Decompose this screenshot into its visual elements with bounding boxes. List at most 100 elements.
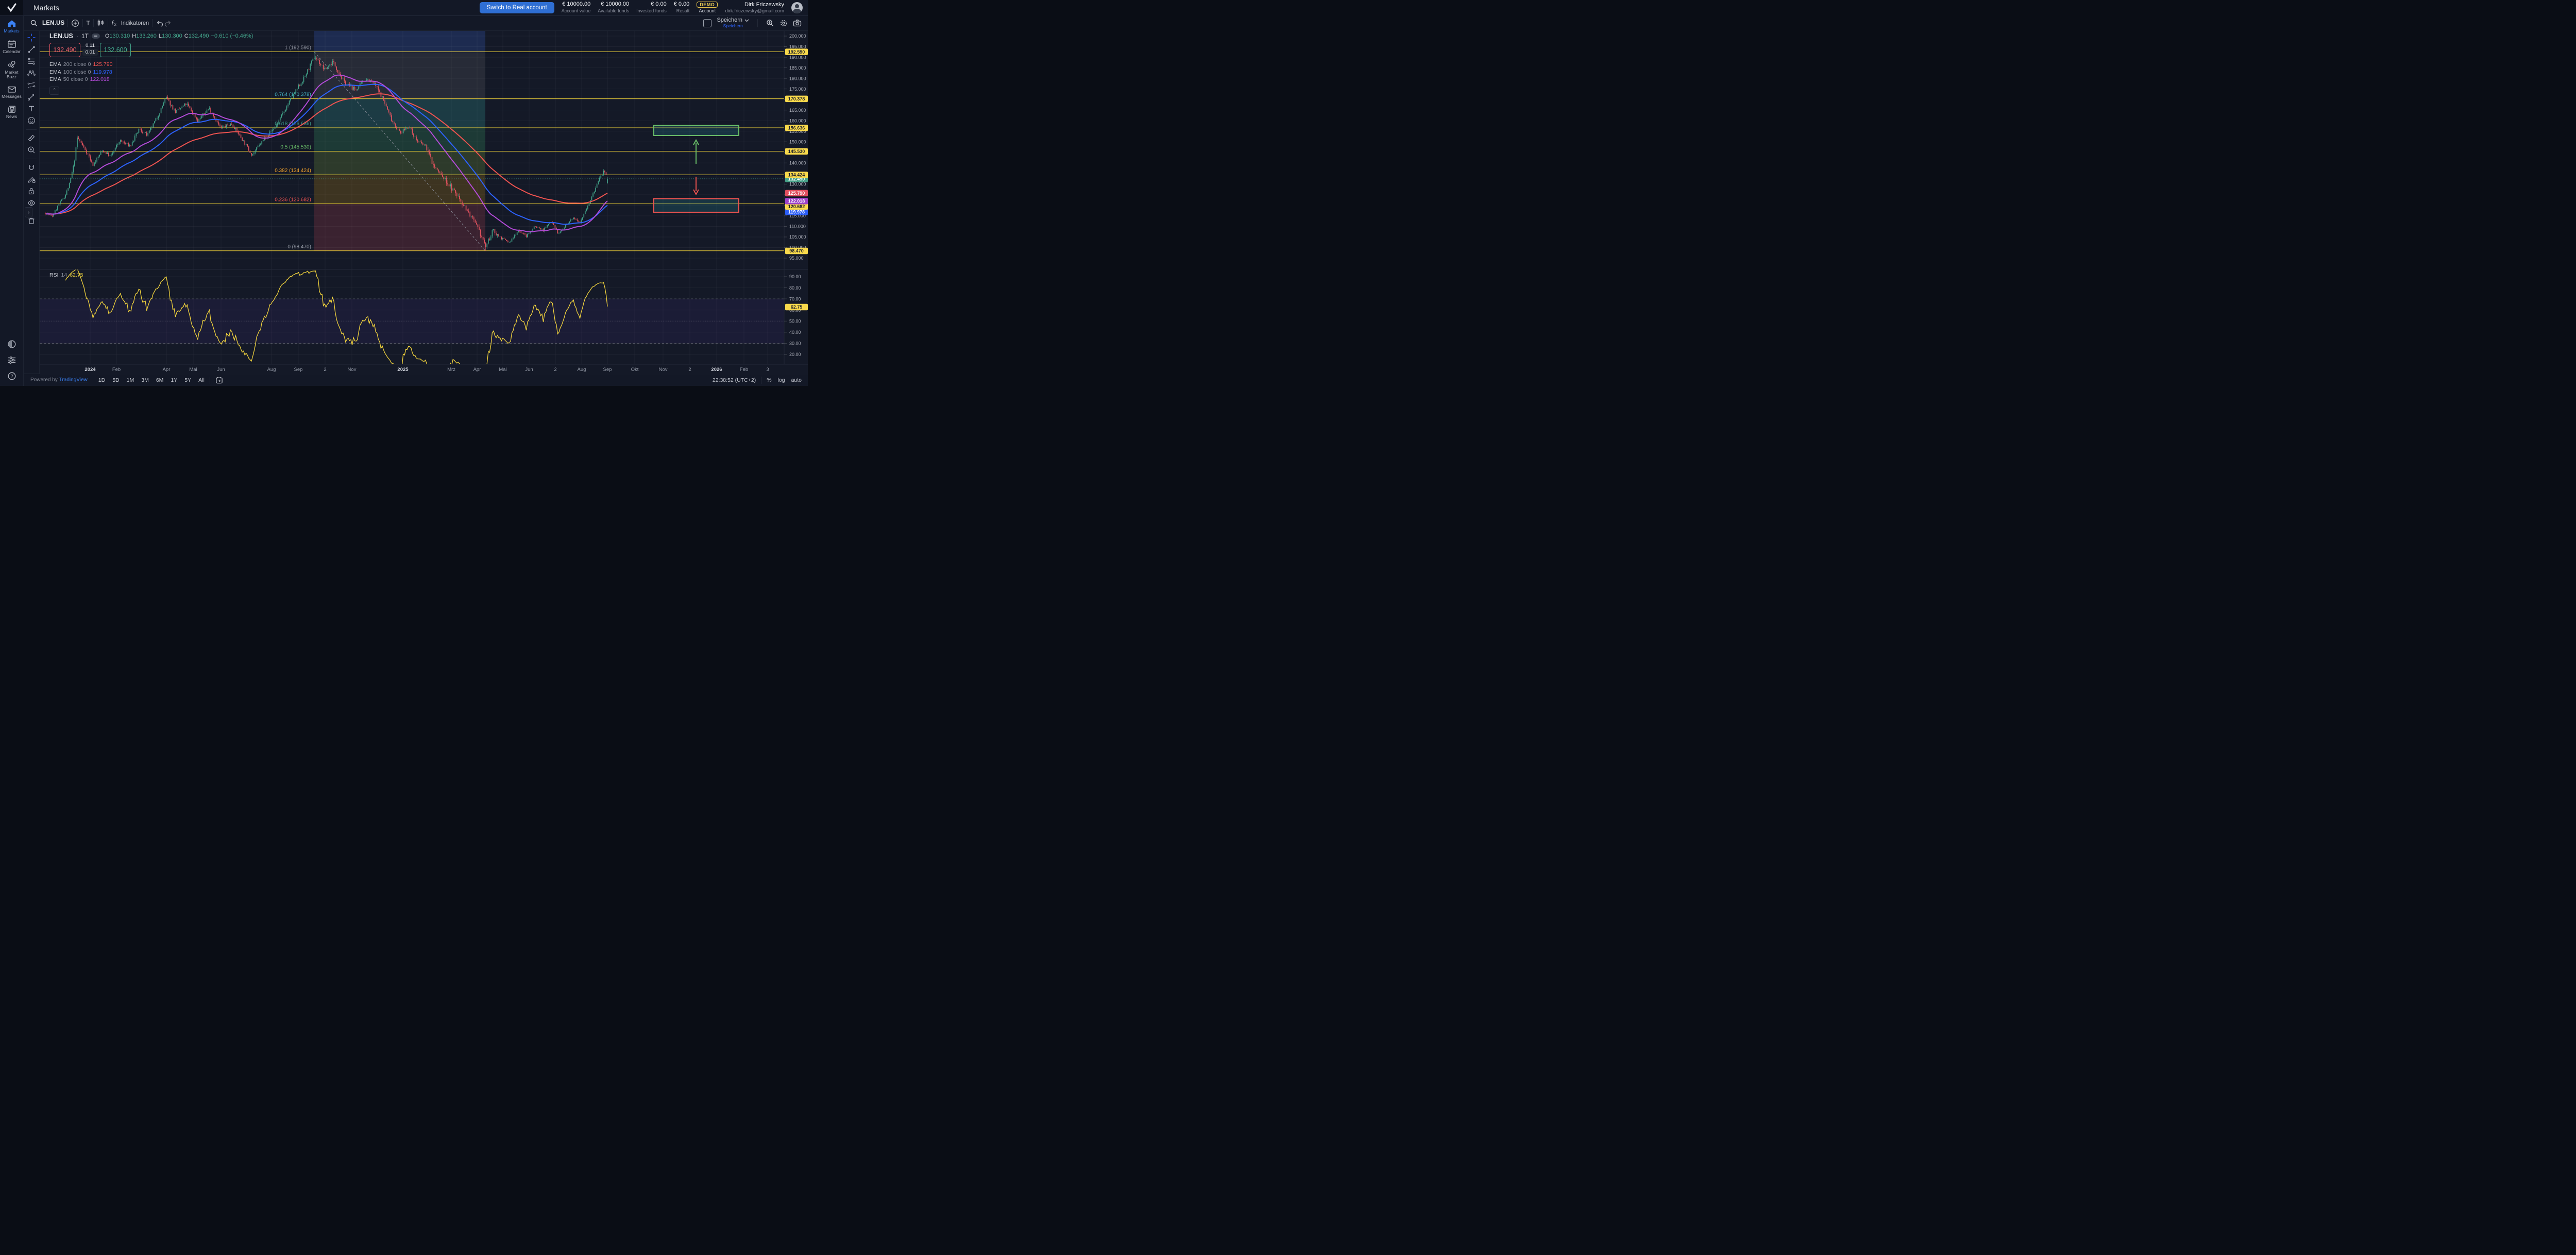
avatar[interactable] <box>791 2 803 13</box>
svg-text:40.00: 40.00 <box>789 330 801 335</box>
chevron-down-icon <box>744 19 749 22</box>
account-type[interactable]: DEMO Account <box>697 2 718 14</box>
emoji-tool[interactable] <box>26 116 37 125</box>
svg-text:165.000: 165.000 <box>789 108 806 113</box>
range-1d[interactable]: 1D <box>98 377 105 383</box>
ema-200-row[interactable]: EMA200 close 0125.790 <box>49 61 253 69</box>
settings-gear-icon[interactable] <box>779 19 788 27</box>
invested-funds-stat: € 0.00 Invested funds <box>636 1 667 14</box>
range-all[interactable]: All <box>198 377 205 383</box>
available-funds-stat: € 10000.00 Available funds <box>598 1 629 14</box>
sidebar-item-markets[interactable]: Markets <box>0 20 23 34</box>
candlestick-style-icon[interactable] <box>97 19 105 27</box>
undo-icon[interactable] <box>156 20 164 27</box>
hide-all-drawings[interactable] <box>26 199 37 207</box>
preferences-sliders-icon[interactable] <box>7 356 16 364</box>
theme-contrast-icon[interactable] <box>7 340 16 349</box>
svg-text:0.236 (120.682): 0.236 (120.682) <box>275 197 311 203</box>
magnet-mode[interactable] <box>26 163 37 172</box>
stay-in-drawing-mode[interactable] <box>26 175 37 183</box>
range-1m[interactable]: 1M <box>127 377 134 383</box>
account-value-stat: € 10000.00 Account value <box>562 1 591 14</box>
range-5y[interactable]: 5Y <box>184 377 191 383</box>
compare-add-icon[interactable] <box>71 19 79 27</box>
lock-all-drawings[interactable] <box>26 187 37 195</box>
layout-checkbox[interactable] <box>703 19 711 27</box>
range-6m[interactable]: 6M <box>156 377 164 383</box>
svg-text:2: 2 <box>554 367 556 372</box>
svg-text:180.000: 180.000 <box>789 76 806 81</box>
crosshair-tool[interactable] <box>26 33 37 42</box>
svg-text:200.000: 200.000 <box>789 33 806 39</box>
tradingview-link[interactable]: TradingView <box>59 377 88 383</box>
svg-text:120.682: 120.682 <box>788 204 805 209</box>
emoji-icon <box>27 116 36 125</box>
log-scale-button[interactable]: log <box>778 377 785 383</box>
quick-search-icon[interactable] <box>766 19 774 27</box>
ema-100-row[interactable]: EMA100 close 0119.978 <box>49 69 253 76</box>
search-icon <box>30 20 38 27</box>
zoom-in-tool[interactable] <box>26 146 37 154</box>
svg-text:0.5 (145.530): 0.5 (145.530) <box>280 145 311 150</box>
source-toggle-pill[interactable] <box>92 33 100 39</box>
range-1y[interactable]: 1Y <box>171 377 177 383</box>
svg-text:30.00: 30.00 <box>789 341 801 346</box>
svg-text:Aug: Aug <box>267 367 276 372</box>
range-3m[interactable]: 3M <box>141 377 149 383</box>
sidebar-item-news[interactable]: News <box>0 105 23 120</box>
arrow-marker-tool[interactable] <box>26 93 37 101</box>
help-icon[interactable]: ? <box>7 371 16 381</box>
svg-text:Mrz: Mrz <box>447 367 455 372</box>
svg-text:Sep: Sep <box>294 367 303 372</box>
object-tree-expand-tab[interactable]: › <box>25 207 32 217</box>
user-info: Dirk Friczewsky dirk.friczewsky@gmail.co… <box>725 1 784 15</box>
fib-retracement-icon <box>27 57 36 65</box>
sidebar-item-market-buzz[interactable]: Market Buzz <box>0 60 23 80</box>
svg-text:192.590: 192.590 <box>788 49 805 55</box>
ema-50-row[interactable]: EMA50 close 0122.018 <box>49 76 253 83</box>
svg-text:70.00: 70.00 <box>789 296 801 301</box>
user-name: Dirk Friczewsky <box>744 1 784 8</box>
camera-snapshot-icon[interactable] <box>793 19 802 27</box>
text-tool[interactable] <box>26 105 37 113</box>
measure-tool[interactable] <box>26 134 37 142</box>
legend-collapse-button[interactable]: ⌃ <box>49 87 59 95</box>
indicators-button[interactable]: ƒx Indikatoren <box>111 19 149 27</box>
svg-text:150.000: 150.000 <box>789 139 806 144</box>
svg-text:0 (98.470): 0 (98.470) <box>287 244 311 250</box>
interval-button[interactable]: T <box>86 20 90 27</box>
trend-line-tool[interactable] <box>26 45 37 54</box>
spread-display: 0.11 0.01 <box>81 43 99 56</box>
projection-tool[interactable] <box>26 81 37 89</box>
redo-icon[interactable] <box>164 20 172 27</box>
trend-line-icon <box>27 45 36 54</box>
sidebar-item-calendar[interactable]: Calendar <box>0 40 23 55</box>
fib-retracement-tool[interactable] <box>26 57 37 65</box>
chart-stage[interactable]: 1 (192.590)0.764 (170.378)0.618 (156.636… <box>40 31 808 374</box>
sidebar-item-messages[interactable]: Messages <box>0 86 23 99</box>
sell-price-button[interactable]: 132.490 <box>49 43 80 57</box>
percent-scale-button[interactable]: % <box>767 377 771 383</box>
auto-scale-button[interactable]: auto <box>791 377 802 383</box>
svg-text:156.636: 156.636 <box>788 125 805 130</box>
bottom-bar: Powered by TradingView 1D 5D 1M 3M 6M 1Y… <box>23 374 808 386</box>
chart-module: LEN.US T ƒx Indikatoren Speichern <box>23 15 808 386</box>
range-5d[interactable]: 5D <box>112 377 119 383</box>
sidebar: Markets Calendar Market Buzz Messages Ne… <box>0 15 24 386</box>
svg-text:2026: 2026 <box>711 367 722 372</box>
page-title: Markets <box>33 4 59 12</box>
svg-text:1 (192.590): 1 (192.590) <box>285 45 311 50</box>
remove-drawings[interactable] <box>26 216 37 225</box>
app-logo[interactable] <box>0 0 23 15</box>
go-to-date-icon[interactable] <box>215 377 223 384</box>
trading-app: Markets Switch to Real account € 10000.0… <box>0 0 808 386</box>
switch-to-real-button[interactable]: Switch to Real account <box>480 2 554 13</box>
clock[interactable]: 22:38:52 (UTC+2) <box>713 377 756 383</box>
legend-symbol[interactable]: LEN.US <box>49 32 73 40</box>
rsi-legend[interactable]: RSI 14 62.75 <box>49 272 83 278</box>
symbol-search[interactable]: LEN.US <box>30 20 64 27</box>
buy-price-button[interactable]: 132.600 <box>100 43 131 57</box>
pattern-tool[interactable] <box>26 69 37 77</box>
checkmark-logo-icon <box>6 3 18 13</box>
save-layout-button[interactable]: Speichern Speichern <box>717 18 749 28</box>
